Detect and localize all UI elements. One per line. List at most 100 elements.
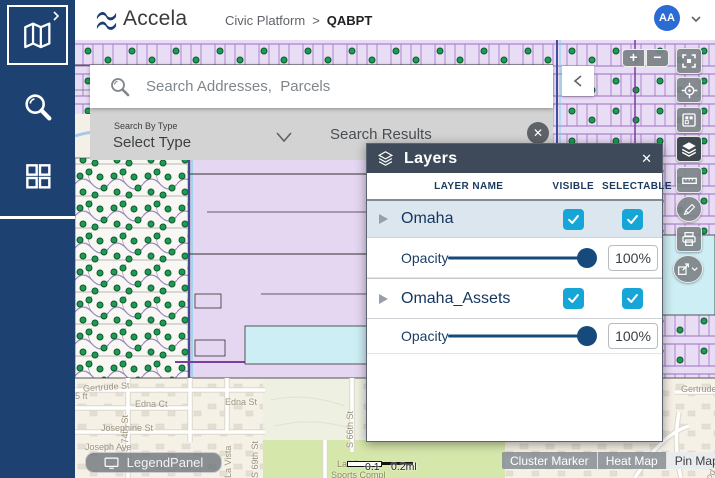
search-results-close-button[interactable]: ✕ <box>527 122 549 144</box>
printer-icon <box>681 231 697 247</box>
search-results-label: Search Results <box>330 126 432 143</box>
brand: Accela <box>95 7 187 31</box>
scale-end-label: 0.2ml <box>391 461 417 473</box>
opacity-slider-handle[interactable] <box>577 326 597 346</box>
address-search-bar <box>90 65 553 108</box>
breadcrumb-parent[interactable]: Civic Platform <box>225 13 305 28</box>
layers-button[interactable] <box>676 136 702 162</box>
layers-panel-title: Layers <box>404 150 457 168</box>
layers-panel-empty-area <box>367 354 662 441</box>
visible-checkbox-omaha-assets[interactable] <box>563 288 584 309</box>
sidebar-item-search[interactable] <box>0 90 75 124</box>
street-label: Edna St <box>225 397 257 407</box>
opacity-label: Opacity <box>401 328 448 344</box>
check-icon <box>566 212 581 227</box>
mode-heat-map[interactable]: Heat Map <box>598 452 667 469</box>
street-label: Gertrude St <box>681 384 715 394</box>
sidebar-item-apps[interactable] <box>0 160 75 192</box>
opacity-value: 100% <box>608 245 658 271</box>
sidebar-item-map[interactable] <box>7 5 68 65</box>
locate-me-button[interactable] <box>676 77 702 103</box>
opacity-label: Opacity <box>401 250 448 266</box>
accela-logo-icon <box>95 8 118 31</box>
breadcrumb-current: QABPT <box>327 13 373 28</box>
legend-panel-button[interactable]: LegendPanel <box>85 452 222 473</box>
column-visible: VISIBLE <box>545 181 602 192</box>
opacity-slider-handle[interactable] <box>577 248 597 268</box>
column-selectable: SELECTABLE <box>602 181 662 192</box>
full-extent-button[interactable] <box>676 48 702 74</box>
export-icon <box>677 261 699 277</box>
fullscreen-icon <box>681 53 697 69</box>
street-label: La Vista <box>223 446 233 478</box>
visible-checkbox-omaha[interactable] <box>563 209 584 230</box>
layer-row-omaha-assets[interactable]: Omaha_Assets <box>367 278 662 319</box>
basemap-icon <box>681 112 697 128</box>
column-layer-name: LAYER NAME <box>367 181 545 192</box>
ruler-icon <box>681 172 698 189</box>
street-label: Edna Ct <box>135 399 168 409</box>
breadcrumb: Civic Platform > QABPT <box>225 0 372 40</box>
top-header: Accela Civic Platform > QABPT AA <box>75 0 715 40</box>
search-input[interactable] <box>146 78 553 95</box>
street-label: Josephine St <box>101 423 153 433</box>
breadcrumb-separator: > <box>312 13 320 28</box>
scale-mid-label: 0.1 <box>365 461 380 473</box>
opacity-row-omaha-assets: Opacity 100% <box>367 319 662 354</box>
left-sidebar <box>0 0 75 478</box>
scale-hint-label: 5 ft <box>75 391 88 401</box>
select-type-dropdown[interactable]: Select Type <box>113 134 191 151</box>
brand-name: Accela <box>123 7 187 31</box>
map-mode-switcher: Cluster Marker Heat Map Pin Map <box>502 452 715 469</box>
close-icon: ✕ <box>533 126 543 140</box>
sidebar-divider <box>0 216 75 219</box>
layers-table-header: LAYER NAME VISIBLE SELECTABLE <box>367 173 662 201</box>
search-by-type-label: Search By Type <box>114 121 177 131</box>
layer-name: Omaha <box>401 210 544 228</box>
layers-panel-header[interactable]: Layers ✕ <box>367 144 662 173</box>
basemap-gallery-button[interactable] <box>676 107 702 133</box>
zoom-out-button[interactable]: − <box>646 49 669 67</box>
check-icon <box>625 212 640 227</box>
chevron-right-icon <box>51 11 61 21</box>
street-label: Joseph Ave <box>85 442 131 452</box>
user-menu-chevron-icon[interactable] <box>689 12 703 26</box>
layer-name: Omaha_Assets <box>401 290 544 308</box>
mode-cluster-marker[interactable]: Cluster Marker <box>502 452 598 469</box>
chevron-down-icon[interactable] <box>275 130 293 144</box>
opacity-slider-track[interactable] <box>448 256 589 259</box>
opacity-value: 100% <box>608 323 658 349</box>
layer-row-omaha[interactable]: Omaha <box>367 201 662 238</box>
check-icon <box>566 291 581 306</box>
opacity-slider-track[interactable] <box>448 335 589 338</box>
layers-panel: Layers ✕ LAYER NAME VISIBLE SELECTABLE O… <box>366 143 663 442</box>
opacity-row-omaha: Opacity 100% <box>367 238 662 278</box>
street-label: S 69th St <box>250 441 260 478</box>
layers-icon <box>680 140 698 158</box>
zoom-in-button[interactable]: + <box>622 49 645 67</box>
selectable-checkbox-omaha-assets[interactable] <box>622 288 643 309</box>
layers-icon <box>377 150 394 167</box>
check-icon <box>625 291 640 306</box>
measure-button[interactable] <box>676 167 702 193</box>
user-avatar[interactable]: AA <box>654 5 680 31</box>
legend-window-icon <box>104 457 119 469</box>
search-icon <box>108 75 132 99</box>
zoom-controls: + − <box>622 49 669 67</box>
accela-gis-app: Gertrude St S 74th St Edna Ct Edna St Jo… <box>0 0 715 478</box>
toolbar-collapse-button[interactable] <box>562 66 594 96</box>
grid-icon <box>22 160 54 192</box>
expand-caret-icon[interactable] <box>379 294 388 304</box>
print-button[interactable] <box>676 226 702 252</box>
draw-button[interactable] <box>676 196 702 222</box>
pencil-icon <box>682 202 697 217</box>
search-icon <box>21 90 55 124</box>
selectable-checkbox-omaha[interactable] <box>622 209 643 230</box>
expand-caret-icon[interactable] <box>379 214 388 224</box>
mode-pin-map[interactable]: Pin Map <box>667 452 715 469</box>
locate-icon <box>681 82 698 99</box>
export-button[interactable] <box>673 255 703 283</box>
layers-panel-close-button[interactable]: ✕ <box>641 151 652 167</box>
legend-panel-label: LegendPanel <box>127 455 204 470</box>
street-label: S 66th St <box>345 411 355 448</box>
